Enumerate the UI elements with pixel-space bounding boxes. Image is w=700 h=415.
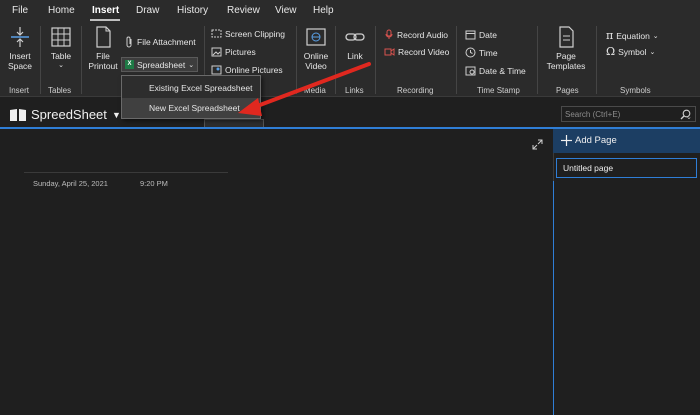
- arrow-head: [238, 98, 262, 116]
- arrow-shaft: [250, 62, 371, 110]
- annotation-arrow: [238, 62, 371, 116]
